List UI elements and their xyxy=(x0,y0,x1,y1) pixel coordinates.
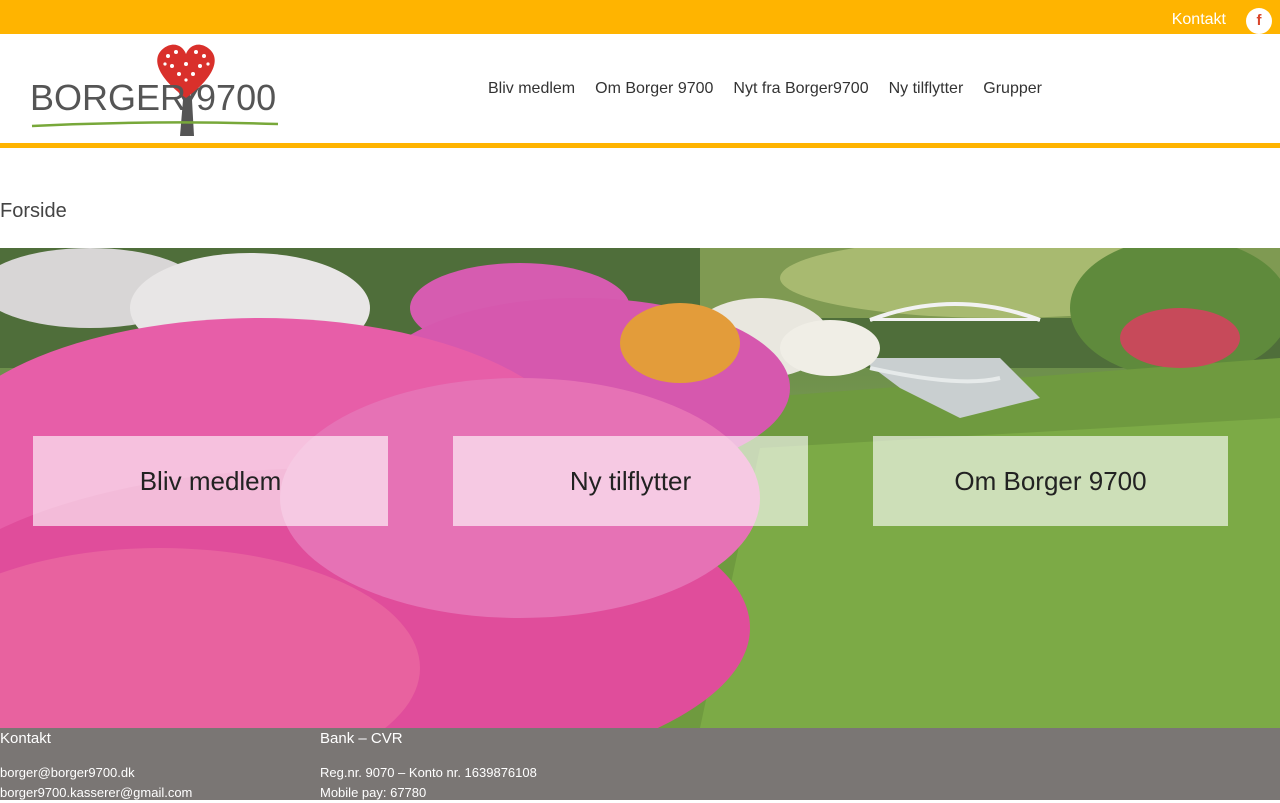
hero-banner: Bliv medlem Ny tilflytter Om Borger 9700 xyxy=(0,248,1280,728)
footer-email[interactable]: borger@borger9700.dk xyxy=(0,763,192,783)
top-contact-link[interactable]: Kontakt xyxy=(1172,11,1226,29)
footer-mobilepay: Mobile pay: 67780 xyxy=(320,785,427,800)
top-bar: Kontakt f xyxy=(0,0,1280,34)
nav-item-bliv-medlem[interactable]: Bliv medlem xyxy=(488,80,575,98)
footer-email-kasserer[interactable]: borger9700.kasserer@gmail.com xyxy=(0,783,192,803)
site-footer: Kontakt borger@borger9700.dk borger9700.… xyxy=(0,728,1280,800)
nav-item-ny-tilflytter[interactable]: Ny tilflytter xyxy=(889,80,964,98)
site-logo[interactable]: BORGER 9700 xyxy=(28,40,280,138)
logo-text: BORGER 9700 xyxy=(30,77,276,118)
nav-item-grupper[interactable]: Grupper xyxy=(983,80,1042,98)
main-nav: Bliv medlem Om Borger 9700 Nyt fra Borge… xyxy=(488,80,1042,98)
facebook-icon[interactable]: f xyxy=(1246,8,1272,34)
footer-bank: Bank – CVR Reg.nr. 9070 – Konto nr. 1639… xyxy=(320,728,537,803)
footer-bank-account: Reg.nr. 9070 – Konto nr. 1639876108 xyxy=(320,765,537,780)
tile-om-borger[interactable]: Om Borger 9700 xyxy=(873,436,1228,526)
page-title: Forside xyxy=(0,200,67,222)
tile-ny-tilflytter[interactable]: Ny tilflytter xyxy=(453,436,808,526)
tile-bliv-medlem[interactable]: Bliv medlem xyxy=(33,436,388,526)
nav-item-nyt[interactable]: Nyt fra Borger9700 xyxy=(733,80,868,98)
header-divider xyxy=(0,143,1280,148)
footer-contact-heading: Kontakt xyxy=(0,730,51,747)
footer-contact: Kontakt borger@borger9700.dk borger9700.… xyxy=(0,728,192,803)
nav-item-om-borger[interactable]: Om Borger 9700 xyxy=(595,80,713,98)
site-header: BORGER 9700 Bliv medlem Om Borger 9700 N… xyxy=(0,34,1280,144)
footer-bank-heading: Bank – CVR xyxy=(320,730,403,747)
